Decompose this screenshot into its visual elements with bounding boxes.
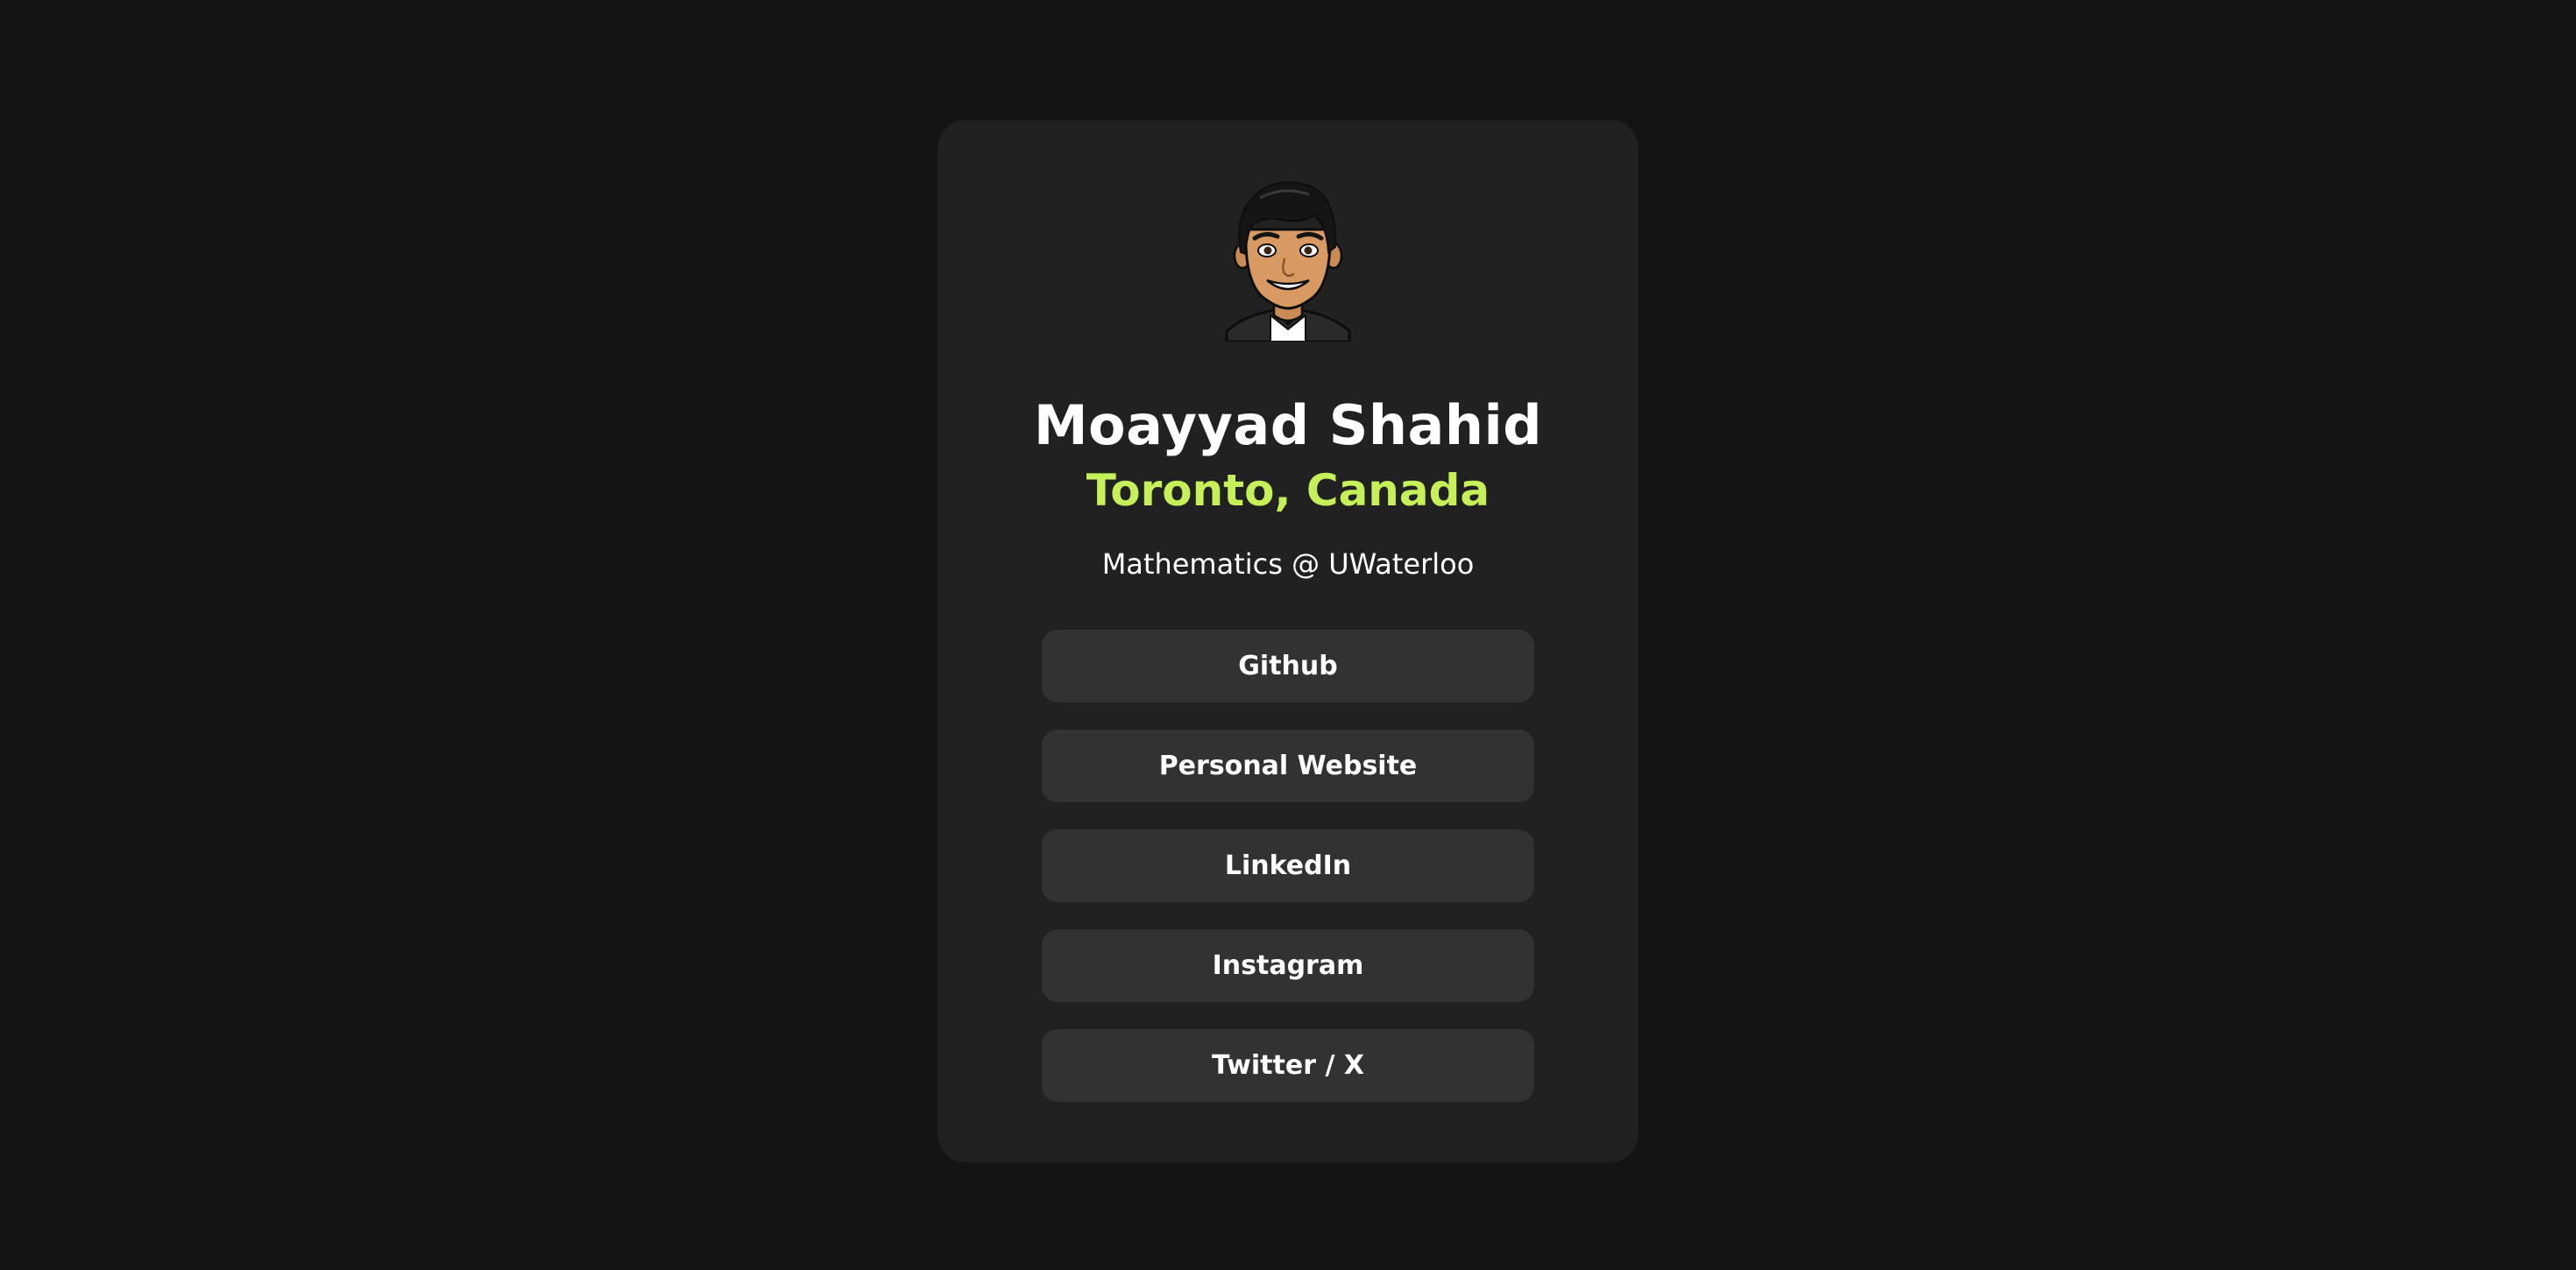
profile-tagline: Mathematics @ UWaterloo [1101, 547, 1475, 581]
avatar-icon [1225, 181, 1351, 342]
link-list: Github Personal Website LinkedIn Instagr… [1042, 630, 1534, 1102]
twitter-link-button[interactable]: Twitter / X [1042, 1029, 1534, 1102]
github-link-button[interactable]: Github [1042, 630, 1534, 702]
avatar [1225, 175, 1351, 342]
profile-card: Moayyad Shahid Toronto, Canada Mathemati… [938, 120, 1638, 1162]
instagram-link-button[interactable]: Instagram [1042, 929, 1534, 1002]
profile-location: Toronto, Canada [1086, 465, 1490, 516]
profile-name: Moayyad Shahid [1033, 393, 1543, 457]
personal-website-link-button[interactable]: Personal Website [1042, 730, 1534, 802]
linkedin-link-button[interactable]: LinkedIn [1042, 829, 1534, 902]
